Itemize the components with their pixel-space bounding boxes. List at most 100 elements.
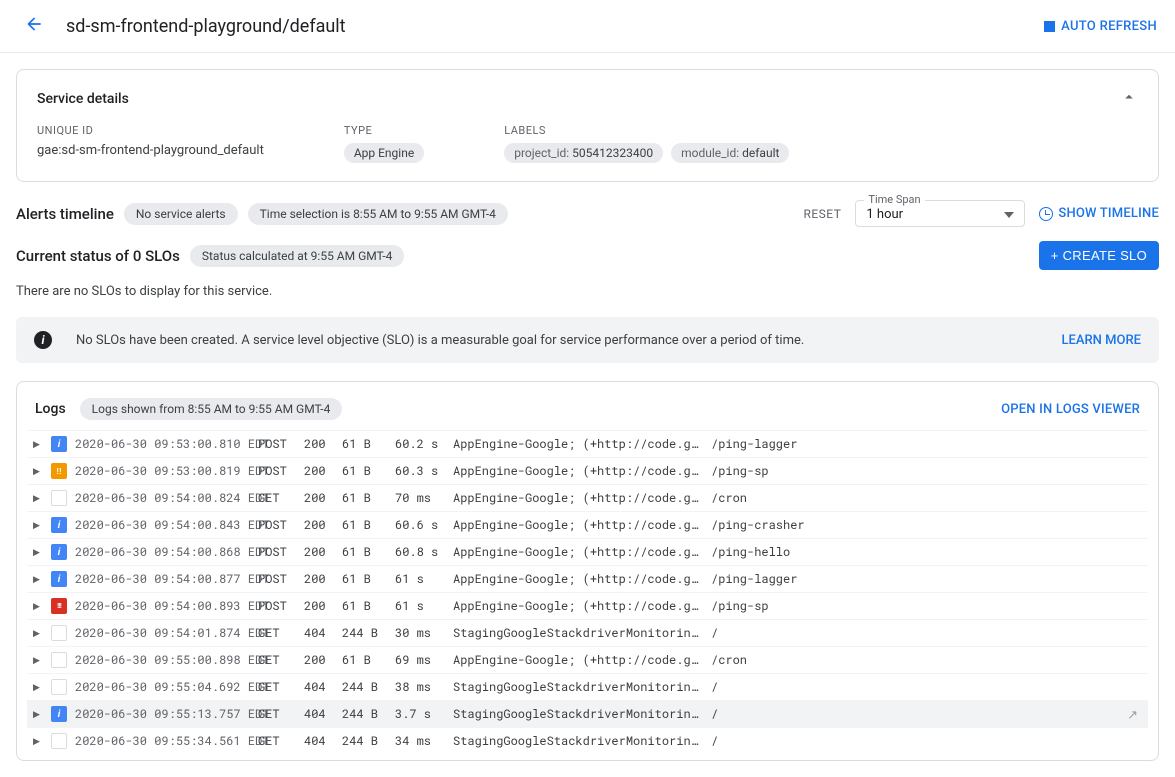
severity-icon (51, 625, 67, 641)
label-chip: project_id: 505412323400 (504, 143, 663, 163)
log-agent: AppEngine-Google; (+http://code.googl… (453, 463, 703, 479)
log-agent: AppEngine-Google; (+http://code.googl… (453, 436, 703, 452)
log-path: / (711, 733, 718, 749)
log-size: 61 B (342, 517, 387, 533)
create-slo-button[interactable]: + CREATE SLO (1039, 241, 1159, 270)
severity-icon (51, 598, 67, 614)
log-method: GET (258, 733, 296, 749)
expand-icon[interactable]: ▶ (33, 655, 43, 666)
log-path: / (711, 625, 718, 641)
log-row[interactable]: ▶2020-06-30 09:54:00.877 EDTPOST20061 B6… (27, 565, 1148, 592)
log-row[interactable]: ▶2020-06-30 09:54:00.868 EDTPOST20061 B6… (27, 538, 1148, 565)
log-timestamp: 2020-06-30 09:54:00.893 EDT (75, 598, 250, 614)
log-row[interactable]: ▶2020-06-30 09:55:04.692 EDTGET404244 B3… (27, 673, 1148, 700)
learn-more-link[interactable]: LEARN MORE (1062, 333, 1141, 348)
severity-icon (51, 436, 67, 452)
log-status: 200 (304, 571, 334, 587)
log-row[interactable]: ▶2020-06-30 09:54:01.874 EDTGET404244 B3… (27, 619, 1148, 646)
log-agent: AppEngine-Google; (+http://code.googl… (453, 490, 703, 506)
reset-link[interactable]: RESET (803, 207, 841, 221)
log-timestamp: 2020-06-30 09:54:00.868 EDT (75, 544, 250, 560)
log-status: 200 (304, 598, 334, 614)
log-timestamp: 2020-06-30 09:54:01.874 EDT (75, 625, 250, 641)
log-row[interactable]: ▶2020-06-30 09:54:00.843 EDTPOST20061 B6… (27, 511, 1148, 538)
log-row[interactable]: ▶2020-06-30 09:53:00.810 EDTPOST20061 B6… (27, 430, 1148, 457)
log-timestamp: 2020-06-30 09:54:00.843 EDT (75, 517, 250, 533)
expand-icon[interactable]: ▶ (33, 493, 43, 504)
log-path: /ping-hello (711, 544, 790, 560)
log-path: / (711, 679, 718, 695)
log-duration: 61 s (395, 571, 445, 587)
expand-icon[interactable]: ▶ (33, 547, 43, 558)
auto-refresh-label: AUTO REFRESH (1061, 19, 1157, 34)
open-logs-viewer-link[interactable]: OPEN IN LOGS VIEWER (1001, 402, 1140, 417)
expand-icon[interactable]: ▶ (33, 709, 43, 720)
slo-empty-text: There are no SLOs to display for this se… (16, 284, 1159, 299)
alerts-heading: Alerts timeline (16, 205, 114, 223)
collapse-icon[interactable] (1120, 88, 1138, 110)
log-path: /cron (711, 490, 747, 506)
stop-icon (1044, 21, 1055, 32)
unique-id-label: UNIQUE ID (37, 124, 264, 137)
log-duration: 60.6 s (395, 517, 445, 533)
log-method: POST (258, 517, 296, 533)
clock-icon (1039, 207, 1053, 221)
expand-icon[interactable]: ▶ (33, 574, 43, 585)
log-size: 244 B (342, 733, 387, 749)
log-status: 404 (304, 679, 334, 695)
log-size: 61 B (342, 571, 387, 587)
severity-icon (51, 463, 67, 479)
log-method: GET (258, 490, 296, 506)
log-row[interactable]: ▶2020-06-30 09:55:13.757 EDTGET404244 B3… (27, 700, 1148, 727)
severity-icon (51, 706, 67, 722)
log-duration: 3.7 s (395, 706, 445, 722)
expand-icon[interactable]: ▶ (33, 736, 43, 747)
log-path: / (711, 706, 718, 722)
log-timestamp: 2020-06-30 09:54:00.824 EDT (75, 490, 250, 506)
log-row[interactable]: ▶2020-06-30 09:55:00.898 EDTGET20061 B69… (27, 646, 1148, 673)
timespan-floating-label: Time Span (864, 193, 924, 206)
expand-icon[interactable]: ▶ (33, 439, 43, 450)
expand-icon[interactable]: ▶ (33, 628, 43, 639)
log-method: GET (258, 706, 296, 722)
log-agent: AppEngine-Google; (+http://code.googl… (453, 652, 703, 668)
info-icon: i (34, 331, 52, 349)
log-duration: 34 ms (395, 733, 445, 749)
severity-icon (51, 679, 67, 695)
log-row[interactable]: ▶2020-06-30 09:54:00.824 EDTGET20061 B70… (27, 484, 1148, 511)
auto-refresh-button[interactable]: AUTO REFRESH (1044, 19, 1157, 34)
log-size: 244 B (342, 625, 387, 641)
log-row[interactable]: ▶2020-06-30 09:55:34.561 EDTGET404244 B3… (27, 727, 1148, 754)
log-method: POST (258, 436, 296, 452)
severity-icon (51, 544, 67, 560)
slo-banner-text: No SLOs have been created. A service lev… (76, 333, 804, 348)
log-status: 404 (304, 625, 334, 641)
log-method: POST (258, 544, 296, 560)
expand-icon[interactable]: ▶ (33, 601, 43, 612)
expand-icon[interactable]: ▶ (33, 466, 43, 477)
log-duration: 61 s (395, 598, 445, 614)
timespan-value: 1 hour (866, 207, 903, 222)
show-timeline-label: SHOW TIMELINE (1058, 206, 1159, 221)
log-method: POST (258, 598, 296, 614)
timespan-select[interactable]: Time Span 1 hour (855, 200, 1025, 227)
expand-icon[interactable]: ▶ (33, 682, 43, 693)
log-size: 244 B (342, 706, 387, 722)
log-method: GET (258, 625, 296, 641)
back-arrow-icon[interactable] (18, 8, 50, 44)
expand-icon[interactable]: ▶ (33, 520, 43, 531)
log-timestamp: 2020-06-30 09:54:00.877 EDT (75, 571, 250, 587)
log-row[interactable]: ▶2020-06-30 09:53:00.819 EDTPOST20061 B6… (27, 457, 1148, 484)
log-timestamp: 2020-06-30 09:53:00.810 EDT (75, 436, 250, 452)
show-timeline-button[interactable]: SHOW TIMELINE (1039, 206, 1159, 221)
log-status: 200 (304, 490, 334, 506)
severity-icon (51, 652, 67, 668)
type-chip: App Engine (344, 143, 424, 163)
log-status: 404 (304, 706, 334, 722)
log-row[interactable]: ▶ 2020-06-30 09:54:00.893 EDT POST 200 61 B 6… (27, 592, 1148, 619)
severity-icon (51, 733, 67, 749)
log-status: 200 (304, 436, 334, 452)
log-size: 61 B (342, 598, 387, 614)
log-status: 200 (304, 652, 334, 668)
open-external-icon[interactable]: ↗ (1127, 705, 1138, 723)
